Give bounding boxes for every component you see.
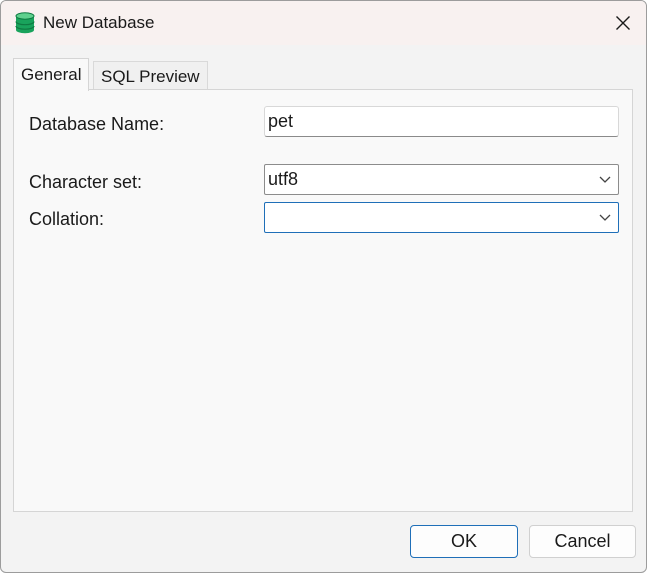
collation-select[interactable]	[264, 202, 619, 233]
title-bar[interactable]: New Database	[1, 1, 646, 45]
database-icon	[15, 12, 35, 34]
database-name-input[interactable]: pet	[264, 106, 619, 137]
tab-sql-preview[interactable]: SQL Preview	[93, 61, 208, 90]
database-name-label: Database Name:	[29, 114, 165, 134]
cancel-button[interactable]: Cancel	[529, 525, 636, 558]
collation-label: Collation:	[29, 209, 105, 229]
general-panel: Database Name: pet Character set: utf8 C…	[13, 89, 633, 512]
window-title: New Database	[43, 13, 155, 32]
tab-general[interactable]: General	[13, 58, 90, 91]
close-icon	[616, 16, 630, 30]
ok-button[interactable]: OK	[410, 525, 518, 558]
new-database-dialog: New Database General SQL Preview Databas…	[0, 0, 647, 573]
close-button[interactable]	[600, 1, 646, 45]
chevron-down-icon	[599, 176, 611, 183]
character-set-select[interactable]: utf8	[264, 164, 619, 195]
chevron-down-icon	[599, 214, 611, 221]
character-set-label: Character set:	[29, 172, 143, 192]
character-set-value: utf8	[268, 169, 299, 189]
